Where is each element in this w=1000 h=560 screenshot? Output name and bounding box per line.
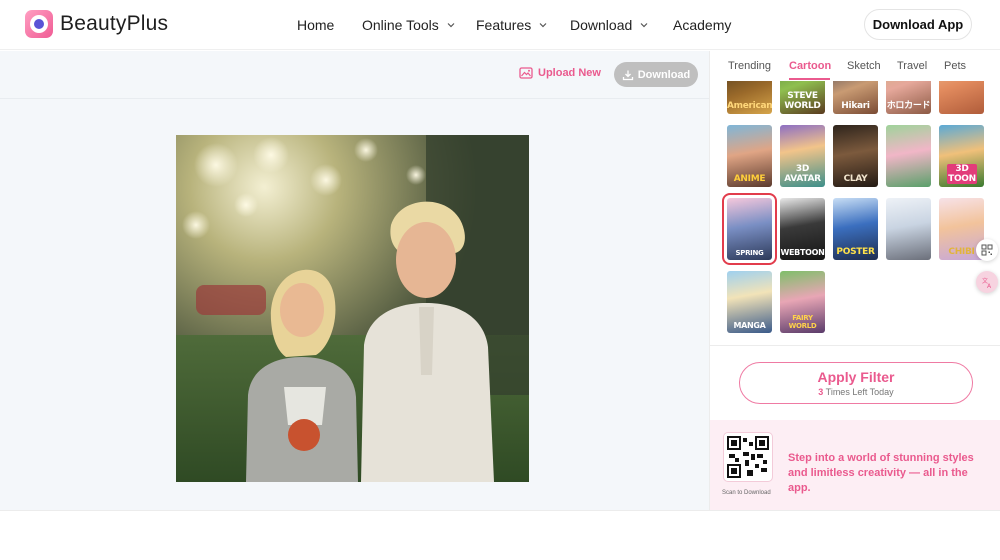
download-label: Download (637, 68, 691, 81)
filter-thumbnail[interactable]: POSTER (833, 198, 878, 260)
filter-thumbnail[interactable]: 3D AVATAR (780, 125, 825, 187)
beautyplus-logo-icon[interactable] (25, 10, 53, 38)
tab-sketch[interactable]: Sketch (847, 60, 881, 72)
filter-thumbnail[interactable]: ホロカード (886, 81, 931, 114)
toolbar-divider (0, 98, 709, 99)
filter-thumbnail[interactable]: Hikari (833, 81, 878, 114)
uploaded-photo (176, 135, 529, 482)
chevron-down-icon (640, 23, 648, 28)
nav-item-label: Home (297, 17, 335, 33)
qr-code-float-button[interactable] (976, 239, 998, 261)
upload-image-icon (519, 67, 533, 79)
filter-thumbnail-label: ホロカード (886, 101, 931, 111)
tab-pets[interactable]: Pets (944, 60, 966, 72)
filter-thumbnail[interactable] (939, 81, 984, 114)
active-tab-indicator (789, 78, 830, 80)
filter-thumbnail-label: MANGA (733, 321, 766, 330)
filter-thumbnail-label: CLAY (843, 174, 868, 184)
filter-thumbnail[interactable]: WEBTOON (780, 198, 825, 260)
apply-filter-button[interactable]: Apply Filter 3 Times Left Today (739, 362, 973, 404)
filter-thumbnail[interactable]: 3D TOON (939, 125, 984, 187)
filter-thumbnail-label: SPRING (735, 249, 764, 257)
nav-item-download[interactable]: Download (570, 17, 649, 33)
filter-thumbnail[interactable]: FAIRY WORLD (780, 271, 825, 333)
filter-thumbnail-label: WEBTOON (780, 248, 825, 257)
editor-canvas-area: Upload New Download (0, 51, 709, 510)
filter-tabs: Trending Cartoon Sketch Travel Pets (710, 51, 1000, 81)
times-left-text: 3 Times Left Today (740, 387, 972, 397)
filter-thumbnail[interactable] (886, 198, 931, 260)
translate-icon: 文 A (982, 277, 992, 289)
nav-item-label: Download (570, 17, 633, 33)
filter-thumbnail-label: ANIME (733, 174, 766, 184)
filter-thumbnail[interactable]: Americana (727, 81, 772, 114)
nav-item-label: Online Tools (362, 17, 439, 33)
filter-thumbnail-label: Hikari (841, 101, 870, 111)
filter-thumbnail-label: POSTER (836, 247, 875, 257)
nav-item-home[interactable]: Home (297, 17, 334, 33)
filter-panel: Trending Cartoon Sketch Travel Pets Amer… (709, 51, 1000, 510)
promo-text: Step into a world of stunning styles and… (788, 452, 974, 494)
filter-thumbnail[interactable]: STEVE WORLD (780, 81, 825, 114)
times-left-suffix: Times Left Today (823, 387, 894, 397)
download-app-button[interactable]: Download App (864, 9, 972, 40)
download-qr-code (724, 433, 772, 481)
filter-thumbnail-label: Americana (727, 101, 772, 111)
apply-filter-label: Apply Filter (817, 369, 895, 385)
filter-thumbnail-label: 3D AVATAR (784, 164, 821, 184)
panel-divider (710, 345, 1000, 346)
chevron-down-icon (447, 23, 455, 28)
translate-float-button[interactable]: 文 A (976, 271, 998, 293)
filter-thumbnail-selected[interactable]: SPRING (722, 193, 777, 265)
filter-thumbnail[interactable] (886, 125, 931, 187)
filter-thumbnail[interactable]: CLAY (833, 125, 878, 187)
nav-item-features[interactable]: Features (476, 17, 548, 33)
tab-trending[interactable]: Trending (728, 60, 771, 72)
tab-travel[interactable]: Travel (897, 60, 927, 72)
nav-item-academy[interactable]: Academy (673, 17, 731, 33)
qr-code-icon (981, 244, 993, 256)
nav-item-label: Academy (673, 17, 732, 33)
nav-item-online-tools[interactable]: Online Tools (362, 17, 456, 33)
filter-thumbnail-grid: Americana STEVE WORLD Hikari ホロカード ANIME… (710, 81, 1000, 345)
app-promo-banner: Scan to Download Step into a world of st… (710, 420, 1000, 510)
page-footer-area (0, 510, 1000, 560)
top-navbar: BeautyPlus Home Online Tools Features Do… (0, 0, 1000, 50)
chevron-down-icon (539, 23, 547, 28)
filter-thumbnail[interactable]: ANIME (727, 125, 772, 187)
filter-thumbnail-label: STEVE WORLD (784, 91, 821, 111)
svg-text:A: A (987, 283, 992, 289)
qr-code-icon (727, 436, 769, 478)
scan-to-download-label: Scan to Download (722, 490, 771, 496)
upload-new-button[interactable]: Upload New (519, 67, 601, 79)
photo-two-children-icon (176, 135, 529, 482)
download-icon (622, 70, 633, 80)
filter-thumbnail[interactable]: MANGA (727, 271, 772, 333)
download-button[interactable]: Download (614, 62, 698, 87)
brand-name[interactable]: BeautyPlus (60, 12, 168, 36)
tab-cartoon[interactable]: Cartoon (789, 60, 831, 72)
upload-new-label: Upload New (538, 67, 601, 79)
nav-item-label: Features (476, 17, 532, 33)
filter-thumbnail-label: FAIRY WORLD (788, 314, 817, 330)
filter-thumbnail-label: 3D TOON (947, 164, 977, 184)
